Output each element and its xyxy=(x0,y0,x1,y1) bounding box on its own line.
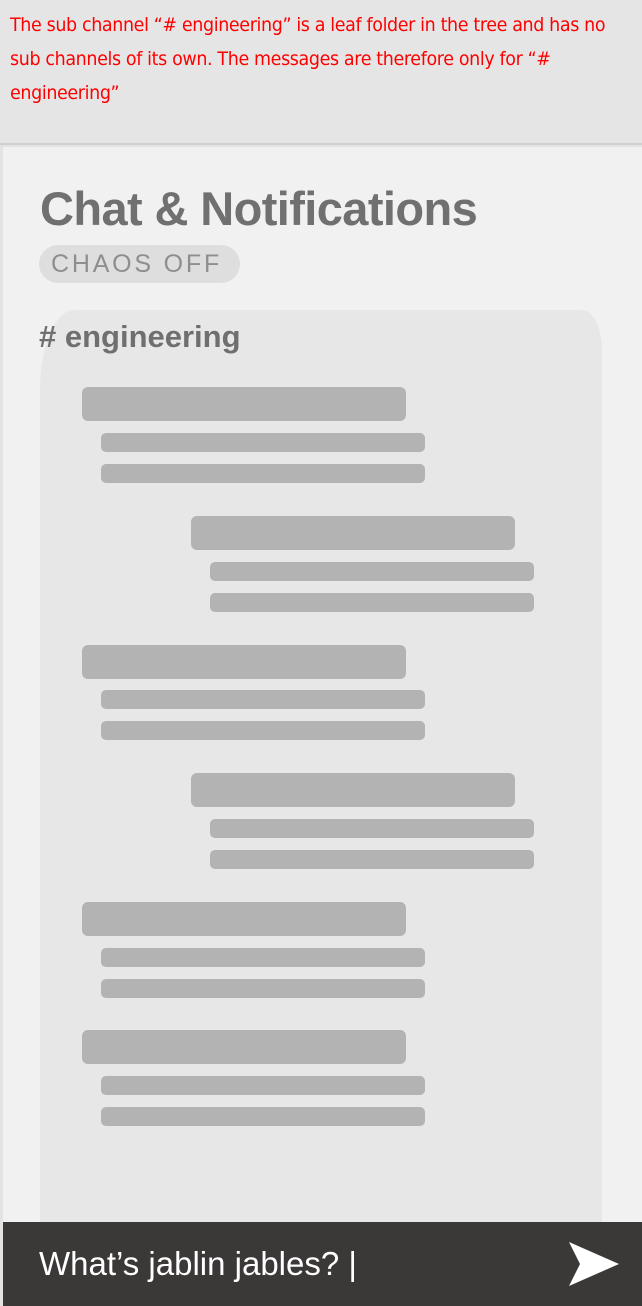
message-author-placeholder xyxy=(82,1030,406,1064)
message-text-placeholder xyxy=(210,819,534,838)
message-author-placeholder xyxy=(191,773,515,807)
message-author-placeholder xyxy=(82,902,406,936)
annotation-banner: The sub channel “# engineering” is a lea… xyxy=(0,0,642,145)
message-text-placeholder xyxy=(101,1076,425,1095)
message-text-placeholder xyxy=(210,850,534,869)
chat-panel: Chat & Notifications CHAOS OFF # enginee… xyxy=(3,147,642,1222)
send-arrow-icon xyxy=(569,1242,619,1286)
message-author-placeholder xyxy=(191,516,515,550)
chat-input-bar: What’s jablin jables? | xyxy=(3,1222,642,1306)
chaos-status-badge[interactable]: CHAOS OFF xyxy=(39,245,240,283)
message-text-placeholder xyxy=(101,464,425,483)
message-text-placeholder xyxy=(101,948,425,967)
chat-message-input[interactable]: What’s jablin jables? | xyxy=(39,1240,357,1288)
message-author-placeholder xyxy=(82,387,406,421)
message-text-placeholder xyxy=(101,979,425,998)
message-author-placeholder xyxy=(82,645,406,679)
channel-name: # engineering xyxy=(39,319,241,354)
page: The sub channel “# engineering” is a lea… xyxy=(0,0,642,1306)
send-button[interactable] xyxy=(563,1236,623,1292)
message-text-placeholder xyxy=(210,593,534,612)
page-title: Chat & Notifications xyxy=(40,182,478,235)
annotation-text: The sub channel “# engineering” is a lea… xyxy=(10,14,606,104)
message-text-placeholder xyxy=(101,433,425,452)
message-text-placeholder xyxy=(101,1107,425,1126)
message-text-placeholder xyxy=(210,562,534,581)
message-text-placeholder xyxy=(101,690,425,709)
message-text-placeholder xyxy=(101,721,425,740)
